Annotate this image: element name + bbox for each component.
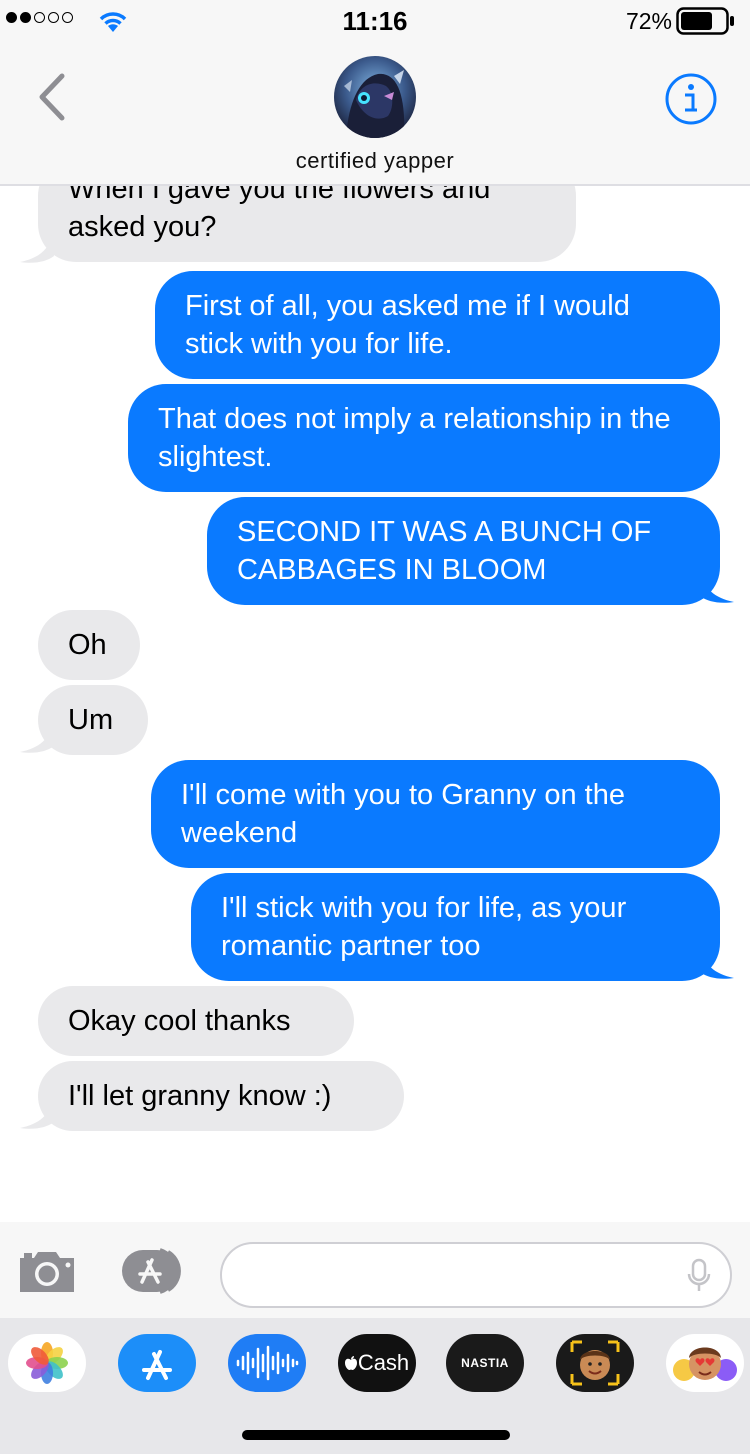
bubble-tail (20, 234, 54, 263)
conversation-header: certified yapper (0, 40, 750, 186)
message-thread[interactable]: When I gave you the flowers and asked yo… (0, 186, 750, 1222)
camera-icon[interactable] (16, 1246, 78, 1296)
message-bubble-outgoing[interactable]: First of all, you asked me if I would st… (155, 271, 720, 379)
bubble-tail (20, 724, 54, 753)
contact-avatar[interactable] (334, 56, 416, 138)
bubble-tail (20, 1100, 54, 1129)
message-input[interactable] (220, 1242, 732, 1308)
message-bubble-incoming[interactable]: Um (38, 685, 148, 755)
bubble-tail (700, 950, 734, 979)
message-bubble-outgoing[interactable]: I'll stick with you for life, as your ro… (191, 873, 720, 981)
apple-cash-icon[interactable]: Cash (338, 1334, 416, 1392)
message-bubble-incoming[interactable]: Okay cool thanks (38, 986, 354, 1056)
message-text: I'll stick with you for life, as your ro… (221, 892, 627, 962)
photos-icon[interactable] (8, 1334, 86, 1392)
message-text: Oh (68, 629, 107, 661)
message-text: I'll let granny know :) (68, 1080, 332, 1112)
nastia-icon[interactable]: NASTIA (446, 1334, 524, 1392)
message-bubble-incoming[interactable]: When I gave you the flowers and asked yo… (38, 186, 576, 262)
message-text: SECOND IT WAS A BUNCH OF CABBAGES IN BLO… (237, 516, 652, 586)
audio-waveform-icon[interactable] (228, 1334, 306, 1392)
app-store-toggle-icon[interactable] (120, 1246, 196, 1296)
apple-cash-label: Cash (357, 1350, 410, 1375)
message-text: Um (68, 704, 114, 736)
message-text: That does not imply a relationship in th… (158, 403, 671, 473)
info-icon[interactable] (664, 72, 718, 126)
compose-bar (0, 1222, 750, 1318)
message-text: When I gave you the flowers and asked yo… (68, 186, 491, 243)
home-indicator[interactable] (242, 1430, 510, 1440)
message-text: I'll come with you to Granny on the week… (181, 779, 625, 849)
microphone-icon[interactable] (686, 1258, 712, 1294)
animoji-stickers-icon[interactable] (666, 1334, 744, 1392)
message-bubble-outgoing[interactable]: I'll come with you to Granny on the week… (151, 760, 720, 868)
message-text: First of all, you asked me if I would st… (185, 290, 630, 360)
back-chevron-icon[interactable] (36, 72, 68, 122)
message-bubble-incoming[interactable]: Oh (38, 610, 140, 680)
contact-name[interactable]: certified yapper (0, 148, 750, 174)
imessage-app-drawer: Cash NASTIA (0, 1318, 750, 1454)
message-bubble-incoming[interactable]: I'll let granny know :) (38, 1061, 404, 1131)
battery-percent: 72% (625, 8, 672, 34)
memoji-icon[interactable] (556, 1334, 634, 1392)
status-bar: 11:16 72% (0, 0, 750, 40)
nastia-label: NASTIA (461, 1356, 509, 1370)
battery-icon (676, 7, 734, 35)
message-text: Okay cool thanks (68, 1005, 291, 1037)
app-store-icon[interactable] (118, 1334, 196, 1392)
message-bubble-outgoing[interactable]: SECOND IT WAS A BUNCH OF CABBAGES IN BLO… (207, 497, 720, 605)
message-bubble-outgoing[interactable]: That does not imply a relationship in th… (128, 384, 720, 492)
bubble-tail (700, 574, 734, 603)
